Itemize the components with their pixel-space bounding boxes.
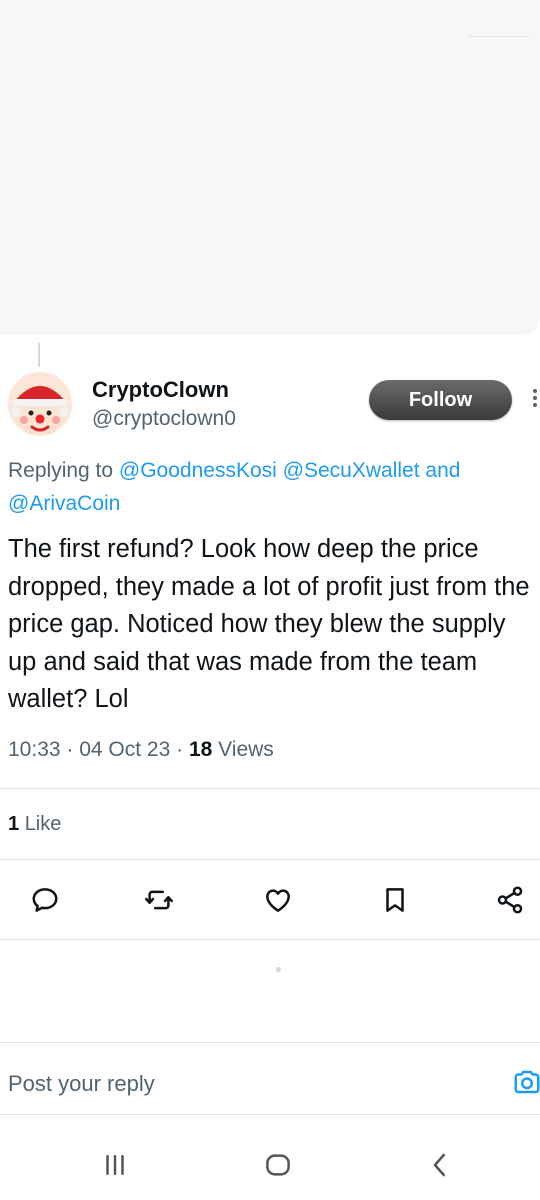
back-icon (433, 1153, 445, 1177)
likes-count[interactable]: 1 (8, 813, 19, 835)
bookmark-button[interactable] (375, 880, 415, 920)
loading-indicator (276, 967, 281, 972)
camera-icon[interactable] (512, 1067, 540, 1097)
heart-icon (266, 889, 290, 912)
tweet-metadata: 10:33 · 04 Oct 23 · 18 Views (8, 738, 274, 761)
follow-button[interactable]: Follow (369, 380, 512, 420)
media-caption-fragment (28, 0, 178, 2)
reply-icon (32, 888, 58, 912)
mention-link-goodnesskosi[interactable]: @GoodnessKosi (119, 459, 277, 482)
divider (0, 859, 540, 860)
likes-summary[interactable]: 1 Like (8, 813, 61, 836)
tweet-date: 04 Oct 23 (79, 738, 171, 761)
home-icon (266, 1154, 290, 1176)
divider (0, 788, 540, 789)
system-navigation-bar (0, 1130, 540, 1200)
mention-link-secuxwallet[interactable]: @SecuXwallet (283, 459, 420, 482)
likes-label[interactable]: Like (25, 813, 62, 835)
divider (0, 1114, 540, 1115)
tweet-media-area[interactable] (0, 0, 540, 335)
replying-to-and[interactable]: and (425, 459, 460, 482)
recents-button[interactable] (95, 1148, 135, 1182)
clown-avatar-icon (11, 384, 69, 436)
views-label[interactable]: Views (218, 738, 274, 761)
share-button[interactable] (490, 880, 530, 920)
user-handle[interactable]: @cryptoclown0 (92, 407, 236, 431)
more-options-icon[interactable] (530, 386, 540, 416)
like-button[interactable] (258, 880, 298, 920)
replying-to-line: Replying to @GoodnessKosi @SecuXwallet a… (8, 454, 538, 520)
media-divider (468, 36, 530, 37)
tweet-time: 10:33 (8, 738, 61, 761)
back-button[interactable] (420, 1148, 460, 1182)
divider (0, 939, 540, 940)
home-button[interactable] (258, 1148, 298, 1182)
reply-composer: Post your reply (0, 1043, 540, 1115)
replying-to-prefix: Replying to (8, 459, 114, 482)
recents-icon (106, 1155, 124, 1175)
share-icon (497, 886, 523, 914)
display-name[interactable]: CryptoClown (92, 377, 229, 403)
retweet-button[interactable] (139, 880, 179, 920)
views-count[interactable]: 18 (189, 738, 212, 761)
reply-button[interactable] (25, 880, 65, 920)
mention-link-arivacoin[interactable]: @ArivaCoin (8, 492, 120, 515)
thread-connector-line (38, 343, 40, 367)
reply-input[interactable]: Post your reply (8, 1071, 155, 1097)
retweet-icon (145, 890, 173, 910)
bookmark-icon (386, 888, 404, 912)
avatar[interactable] (8, 372, 72, 436)
tweet-text: The first refund? Look how deep the pric… (8, 535, 530, 714)
